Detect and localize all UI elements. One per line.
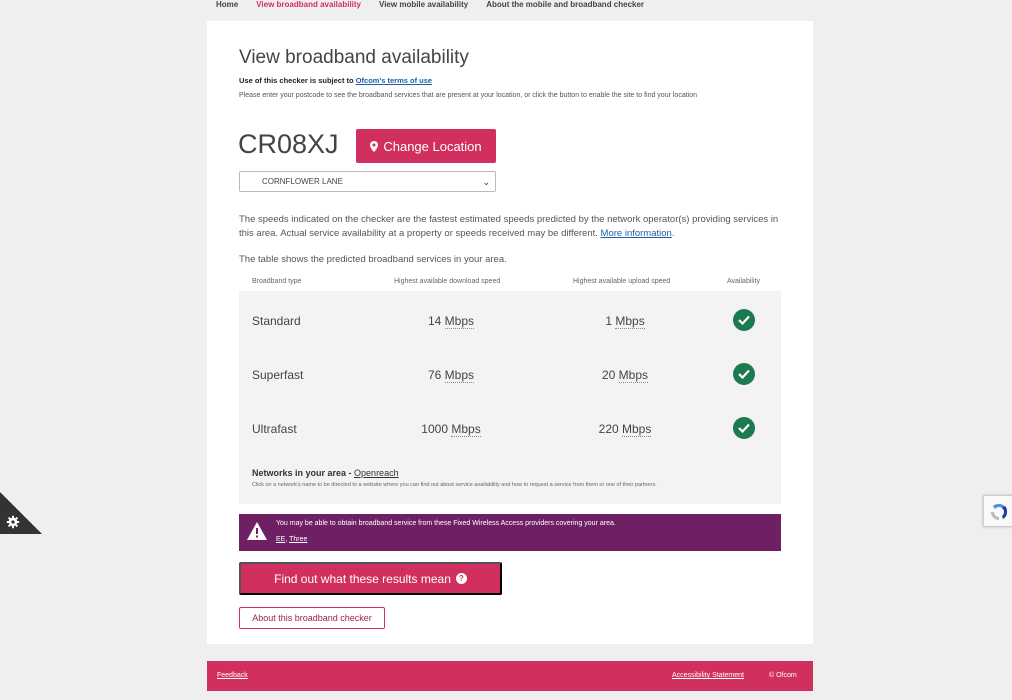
- results-table: Standard 14 Mbps 1 Mbps Superfast 76 Mbp…: [239, 291, 781, 504]
- nav-mobile[interactable]: View mobile availability: [379, 0, 468, 12]
- recaptcha-badge[interactable]: [983, 495, 1012, 527]
- fwa-provider-ee[interactable]: EE: [276, 536, 285, 543]
- check-circle-icon: [733, 309, 755, 331]
- row-download: 14 Mbps: [427, 314, 475, 329]
- about-checker-button[interactable]: About this broadband checker: [239, 607, 385, 629]
- feedback-link[interactable]: Feedback: [217, 672, 248, 679]
- speeds-text: The speeds indicated on the checker are …: [239, 214, 779, 239]
- header-download: Highest available download speed: [394, 278, 501, 285]
- table-row: Standard 14 Mbps 1 Mbps: [239, 294, 781, 344]
- networks-note: Click on a network's name to be directed…: [252, 482, 657, 488]
- question-circle-icon: ?: [455, 573, 467, 584]
- terms-prefix: Use of this checker is subject to: [239, 76, 356, 85]
- address-select[interactable]: CORNFLOWER LANE ⌄: [239, 171, 496, 192]
- header-upload: Highest available upload speed: [573, 278, 671, 285]
- terms-link[interactable]: Ofcom's terms of use: [356, 76, 432, 85]
- fwa-banner: You may be able to obtain broadband serv…: [239, 514, 781, 551]
- row-upload: 1 Mbps: [605, 314, 645, 329]
- change-location-button[interactable]: Change Location: [356, 129, 496, 163]
- check-circle-icon: [733, 417, 755, 439]
- fwa-providers: EE, Three: [276, 536, 308, 543]
- gear-icon[interactable]: [6, 515, 20, 529]
- header-availability: Availability: [727, 278, 760, 285]
- map-marker-icon: [370, 140, 379, 152]
- nav-home[interactable]: Home: [216, 0, 238, 12]
- table-row: Ultrafast 1000 Mbps 220 Mbps: [239, 402, 781, 452]
- results-meaning-label: Find out what these results mean: [274, 571, 451, 586]
- row-type: Superfast: [252, 368, 304, 382]
- networks-line: Networks in your area - Openreach: [252, 468, 399, 478]
- row-type: Ultrafast: [252, 422, 297, 436]
- top-nav: Home View broadband availability View mo…: [216, 0, 644, 12]
- check-circle-icon: [733, 363, 755, 385]
- speeds-disclaimer: The speeds indicated on the checker are …: [239, 214, 779, 239]
- change-location-label: Change Location: [383, 138, 482, 154]
- table-row: Superfast 76 Mbps 20 Mbps: [239, 348, 781, 398]
- chevron-down-icon: ⌄: [482, 177, 490, 187]
- recaptcha-icon: [991, 503, 1008, 520]
- network-link-openreach[interactable]: Openreach: [354, 468, 399, 478]
- networks-label: Networks in your area -: [252, 468, 355, 478]
- fwa-provider-three[interactable]: Three: [289, 536, 307, 543]
- more-information-link[interactable]: More information: [601, 228, 672, 239]
- intro-text: Please enter your postcode to see the br…: [239, 92, 698, 99]
- main-card: View broadband availability Use of this …: [207, 21, 813, 644]
- fwa-message: You may be able to obtain broadband serv…: [276, 520, 616, 527]
- results-meaning-button[interactable]: Find out what these results mean ?: [239, 562, 502, 595]
- nav-about[interactable]: About the mobile and broadband checker: [486, 0, 644, 12]
- copyright: © Ofcom: [769, 672, 797, 679]
- footer: Feedback Accessibility Statement © Ofcom: [207, 661, 813, 691]
- table-intro: The table shows the predicted broadband …: [239, 254, 507, 265]
- page-title: View broadband availability: [239, 47, 469, 68]
- row-upload: 20 Mbps: [601, 368, 649, 383]
- address-selected-value: CORNFLOWER LANE: [262, 177, 343, 186]
- row-download: 76 Mbps: [427, 368, 475, 383]
- row-upload: 220 Mbps: [598, 422, 652, 437]
- postcode-display: CR08XJ: [238, 129, 339, 159]
- table-header: Broadband type Highest available downloa…: [239, 276, 781, 290]
- row-download: 1000 Mbps: [421, 422, 481, 437]
- row-type: Standard: [252, 314, 301, 328]
- terms-line: Use of this checker is subject to Ofcom'…: [239, 76, 432, 85]
- accessibility-link[interactable]: Accessibility Statement: [672, 672, 744, 679]
- nav-broadband[interactable]: View broadband availability: [256, 0, 361, 12]
- header-type: Broadband type: [252, 278, 302, 285]
- warning-triangle-icon: [247, 522, 267, 540]
